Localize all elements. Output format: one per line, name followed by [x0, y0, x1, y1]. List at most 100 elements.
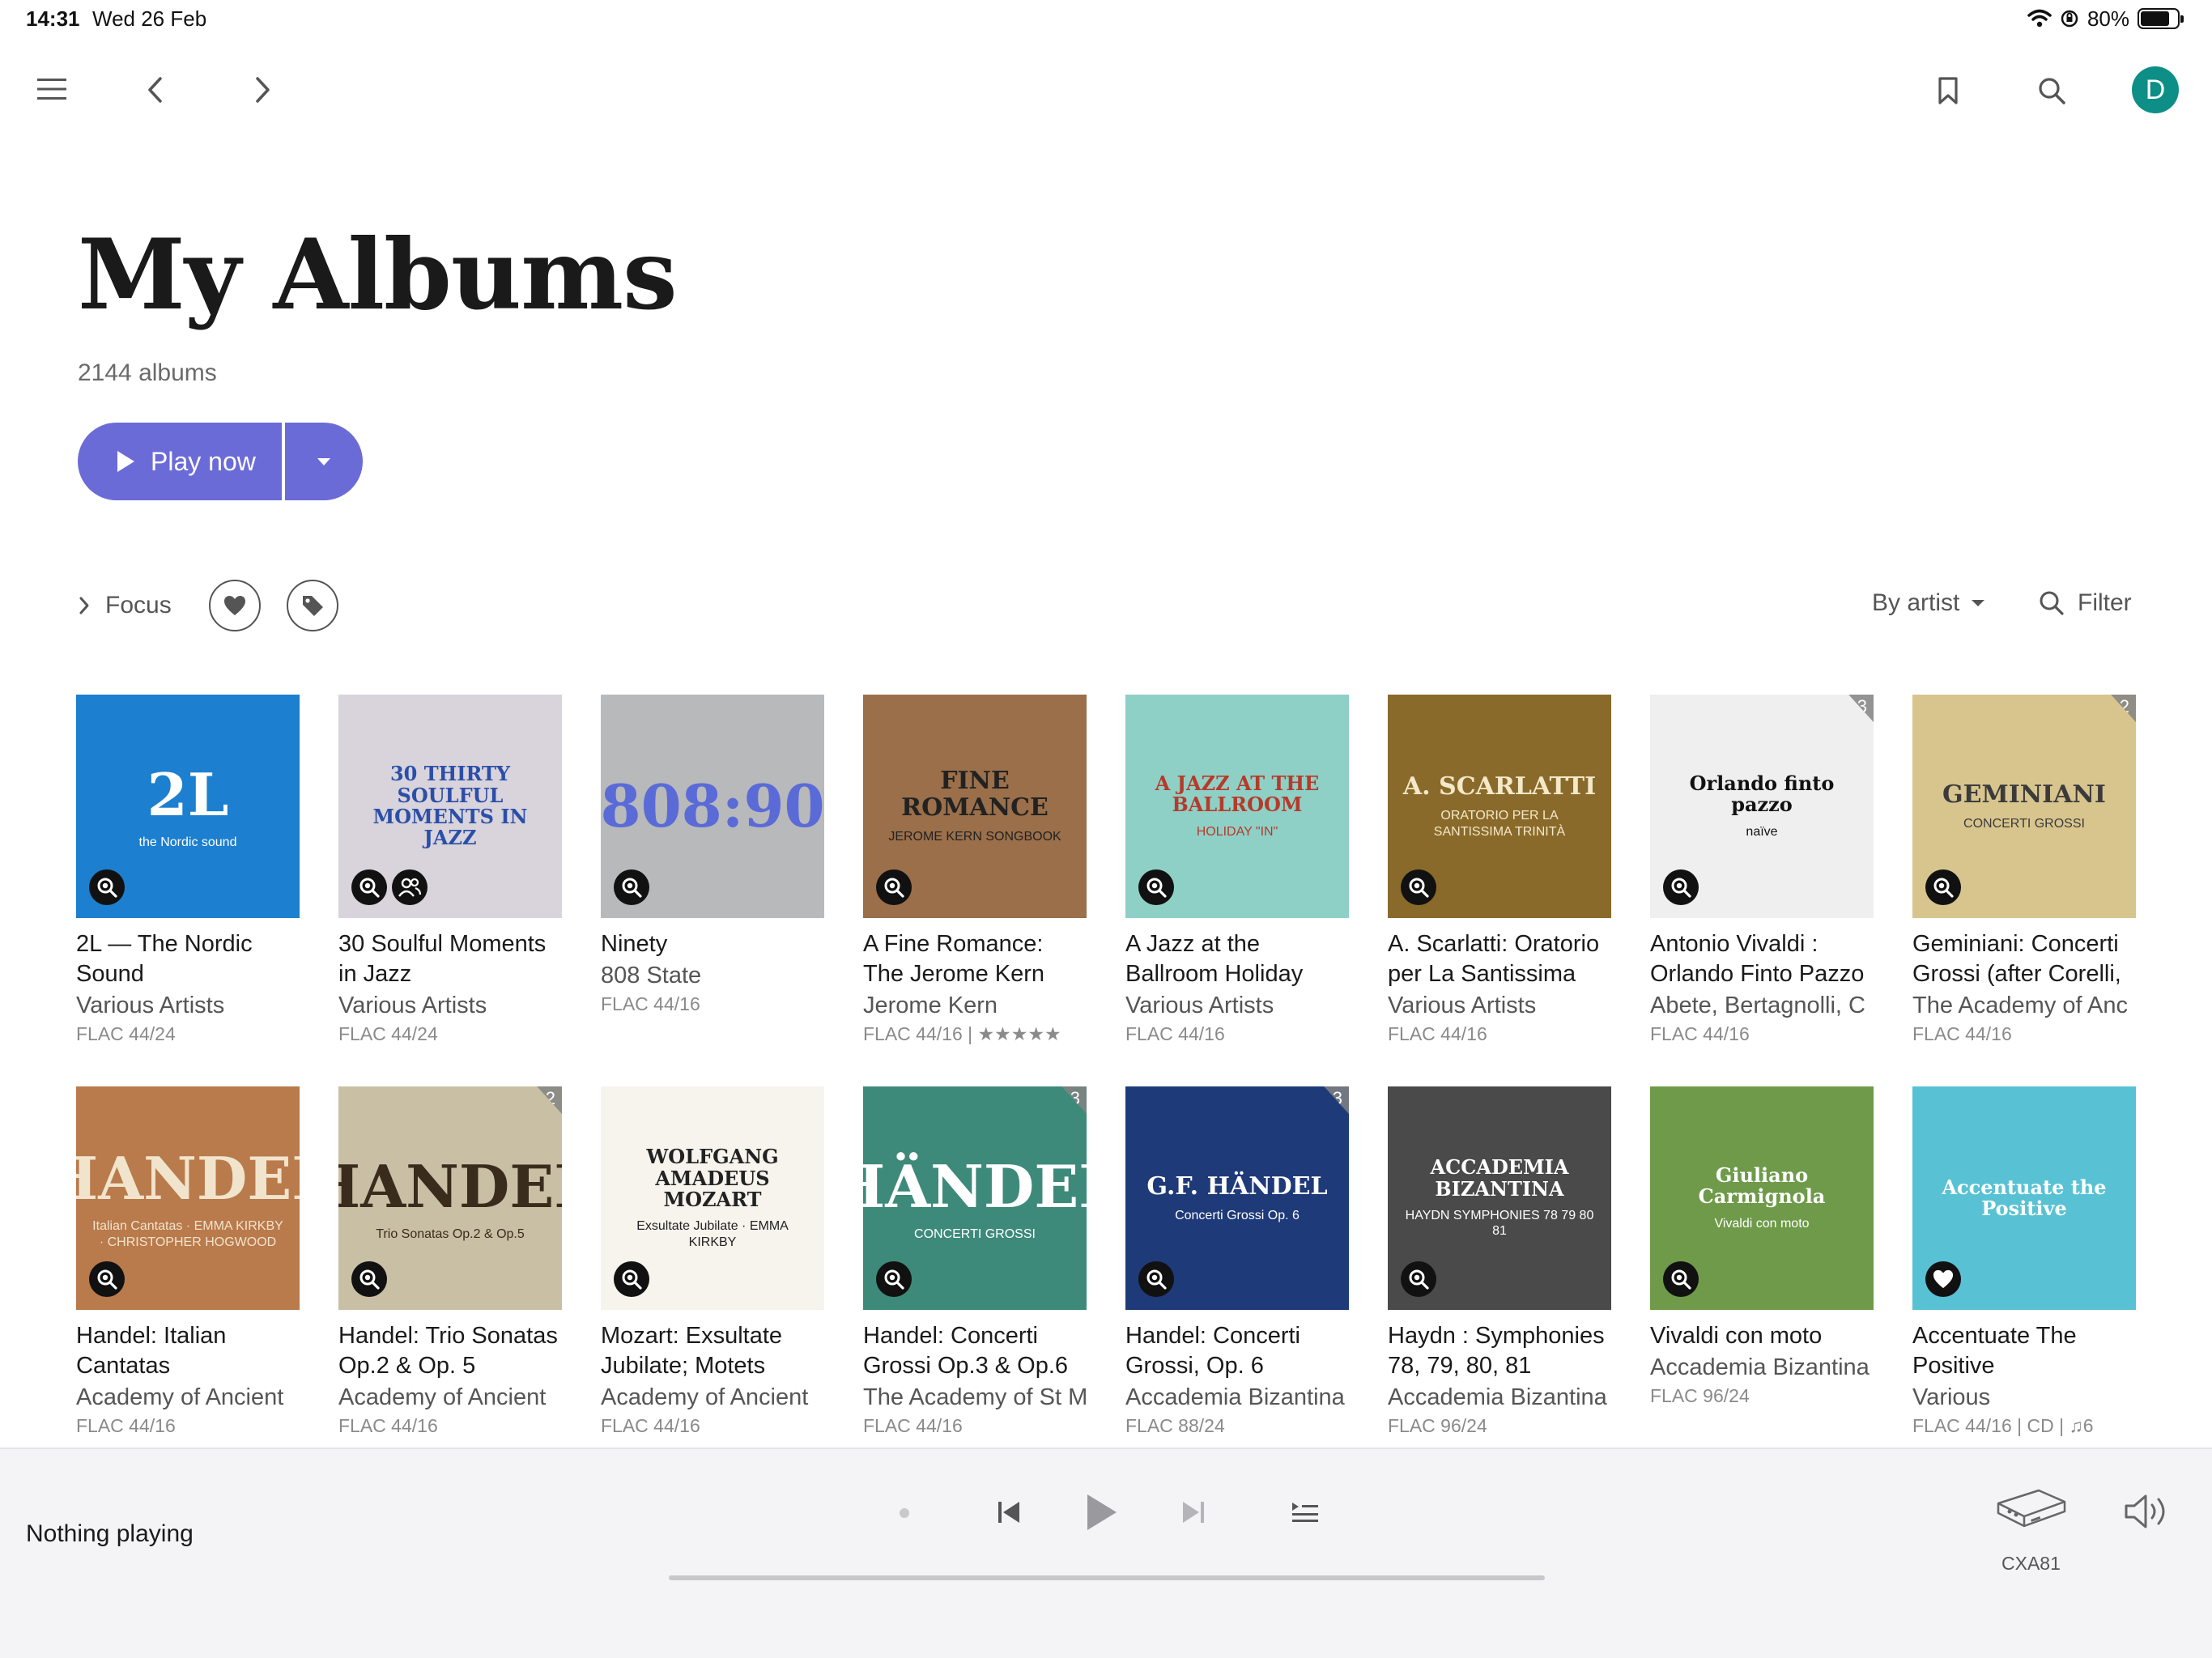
album-artist[interactable]: Jerome Kern — [863, 989, 1087, 1022]
album-artist[interactable]: Accademia Bizantina — [1388, 1381, 1611, 1414]
hi-res-badge-icon — [876, 869, 912, 905]
forward-button[interactable] — [246, 73, 279, 107]
album-cover[interactable]: GEMINIANI CONCERTI GROSSI 2 — [1912, 695, 2136, 918]
album-cover[interactable]: HANDELTrio Sonatas Op.2 & Op.52 — [338, 1086, 562, 1310]
album-format: FLAC 44/16 — [1912, 1023, 2012, 1044]
favorites-filter-button[interactable] — [209, 580, 261, 631]
album-cover[interactable]: FINE ROMANCE JEROME KERN SONGBOOK — [863, 695, 1087, 918]
sort-dropdown[interactable]: By artist — [1872, 589, 1985, 617]
album-text: Handel: Concerti Grossi, Op. 6 Accademia … — [1125, 1321, 1349, 1438]
album-title[interactable]: 2L — The Nordic Sound — [76, 929, 300, 989]
album-title[interactable]: Antonio Vivaldi : Orlando Finto Pazzo — [1650, 929, 1874, 989]
favorite-badge-icon — [1925, 1261, 1961, 1297]
play-now-button[interactable]: Play now — [78, 423, 282, 500]
album-title[interactable]: Vivaldi con moto — [1650, 1321, 1874, 1351]
album-cover[interactable]: 808:90 — [601, 695, 824, 918]
bookmark-button[interactable] — [1932, 73, 1964, 108]
menu-button[interactable] — [32, 73, 71, 105]
next-button[interactable] — [1176, 1494, 1211, 1530]
album-title[interactable]: Handel: Italian Cantatas — [76, 1321, 300, 1381]
album-artist[interactable]: 808 State — [601, 959, 824, 992]
album-cover[interactable]: Giuliano Carmignola Vivaldi con moto — [1650, 1086, 1874, 1310]
album-artist[interactable]: Abete, Bertagnolli, C — [1650, 989, 1874, 1022]
album-format: FLAC 44/16 — [601, 993, 700, 1014]
album-artist[interactable]: Accademia Bizantina — [1125, 1381, 1349, 1414]
shuffle-indicator[interactable] — [892, 1501, 917, 1525]
skip-forward-icon — [1183, 1502, 1204, 1523]
previous-button[interactable] — [991, 1494, 1027, 1530]
album-title[interactable]: Mozart: Exsultate Jubilate; Motets — [601, 1321, 824, 1381]
hi-res-badge-icon — [1138, 869, 1174, 905]
album-title[interactable]: Handel: Concerti Grossi Op.3 & Op.6 — [863, 1321, 1087, 1381]
album-title[interactable]: Handel: Concerti Grossi, Op. 6 — [1125, 1321, 1349, 1381]
chevron-right-icon — [79, 597, 89, 614]
album-artist[interactable]: Academy of Ancient — [76, 1381, 300, 1414]
album-artist[interactable]: Academy of Ancient — [601, 1381, 824, 1414]
album-cover[interactable]: Orlando finto pazzo naïve 3 — [1650, 695, 1874, 918]
dot-icon — [900, 1508, 909, 1518]
album-artist[interactable]: Accademia Bizantina — [1650, 1351, 1874, 1384]
volume-button[interactable] — [2121, 1491, 2175, 1532]
album-artist[interactable]: Various Artists — [1125, 989, 1349, 1022]
search-button[interactable] — [2034, 73, 2069, 108]
various-artists-badge-icon — [392, 869, 428, 905]
focus-toggle[interactable]: Focus — [78, 589, 172, 622]
queue-button[interactable] — [1287, 1496, 1323, 1528]
album-artist[interactable]: Various Artists — [338, 989, 562, 1022]
album-text: Mozart: Exsultate Jubilate; Motets Academ… — [601, 1321, 824, 1438]
album-artist[interactable]: Various Artists — [1388, 989, 1611, 1022]
hamburger-icon — [37, 79, 66, 100]
album-cover[interactable]: WOLFGANG AMADEUS MOZART Exsultate Jubilat… — [601, 1086, 824, 1310]
back-button[interactable] — [139, 73, 172, 107]
caret-down-icon — [1972, 600, 1985, 606]
play-button[interactable] — [1078, 1488, 1125, 1537]
album-artist[interactable]: Various Artists — [76, 989, 300, 1022]
album-cover[interactable]: G.F. HÄNDEL Concerti Grossi Op. 63 — [1125, 1086, 1349, 1310]
progress-track[interactable] — [669, 1575, 1545, 1580]
album-cover[interactable]: 30 THIRTY SOULFUL MOMENTS IN JAZZ — [338, 695, 562, 918]
avatar[interactable]: D — [2132, 66, 2179, 113]
album-format: FLAC 44/16 — [76, 1415, 176, 1436]
album-cover[interactable]: ACCADEMIA BIZANTINA HAYDN SYMPHONIES 78 7… — [1388, 1086, 1611, 1310]
bookmark-icon — [1938, 77, 1958, 104]
album-title[interactable]: Handel: Trio Sonatas Op.2 & Op. 5 — [338, 1321, 562, 1381]
album-cover[interactable]: HÄNDELCONCERTI GROSSI3 — [863, 1086, 1087, 1310]
album-artist[interactable]: Various — [1912, 1381, 2136, 1414]
status-right: 80% — [2027, 5, 2184, 32]
cover-title-text: FINE ROMANCE — [901, 767, 1049, 823]
album-text: Geminiani: Concerti Grossi (after Corell… — [1912, 929, 2136, 1046]
album-title[interactable]: Ninety — [601, 929, 824, 959]
album-title[interactable]: A Jazz at the Ballroom Holiday — [1125, 929, 1349, 989]
hi-res-badge-icon — [1663, 869, 1699, 905]
album-text: Ninety 808 State FLAC 44/16 — [601, 929, 824, 1016]
amplifier-icon — [1997, 1489, 2066, 1528]
status-bar: 14:31 Wed 26 Feb 80% — [0, 0, 2212, 39]
cover-subtitle-text: naïve — [1746, 824, 1778, 839]
hi-res-badge-icon — [351, 869, 387, 905]
album-artist[interactable]: The Academy of Anc — [1912, 989, 2136, 1022]
album-title[interactable]: Haydn : Symphonies 78, 79, 80, 81 — [1388, 1321, 1611, 1381]
album-cover[interactable]: A. SCARLATTI ORATORIO PER LA SANTISSIMA T… — [1388, 695, 1611, 918]
album-artist[interactable]: Academy of Ancient — [338, 1381, 562, 1414]
tags-filter-button[interactable] — [287, 580, 338, 631]
album-title[interactable]: 30 Soulful Moments in Jazz — [338, 929, 562, 989]
cover-title-text: Giuliano Carmignola — [1698, 1163, 1826, 1209]
album-format: FLAC 44/16 — [1650, 1023, 1750, 1044]
album-cover[interactable]: Accentuate the Positive — [1912, 1086, 2136, 1310]
album-artist[interactable]: The Academy of St M — [863, 1381, 1087, 1414]
play-options-button[interactable] — [285, 423, 363, 500]
album-cover[interactable]: HANDEL Italian Cantatas · EMMA KIRKBY · C… — [76, 1086, 300, 1310]
hi-res-badge-icon — [1401, 869, 1436, 905]
search-icon — [2039, 78, 2065, 104]
hi-res-badge-icon — [876, 1261, 912, 1297]
cover-title-text: WOLFGANG AMADEUS MOZART — [646, 1145, 779, 1211]
orientation-lock-icon — [2061, 10, 2078, 28]
filter-button[interactable]: Filter — [2039, 589, 2132, 617]
album-cover[interactable]: A JAZZ AT THE BALLROOM HOLIDAY "IN" — [1125, 695, 1349, 918]
album-title[interactable]: A. Scarlatti: Oratorio per La Santissima — [1388, 929, 1611, 989]
album-title[interactable]: A Fine Romance: The Jerome Kern — [863, 929, 1087, 989]
album-cover[interactable]: 2L the Nordic sound — [76, 695, 300, 918]
album-title[interactable]: Accentuate The Positive — [1912, 1321, 2136, 1381]
device-button[interactable] — [1992, 1478, 2069, 1535]
album-title[interactable]: Geminiani: Concerti Grossi (after Corell… — [1912, 929, 2136, 989]
